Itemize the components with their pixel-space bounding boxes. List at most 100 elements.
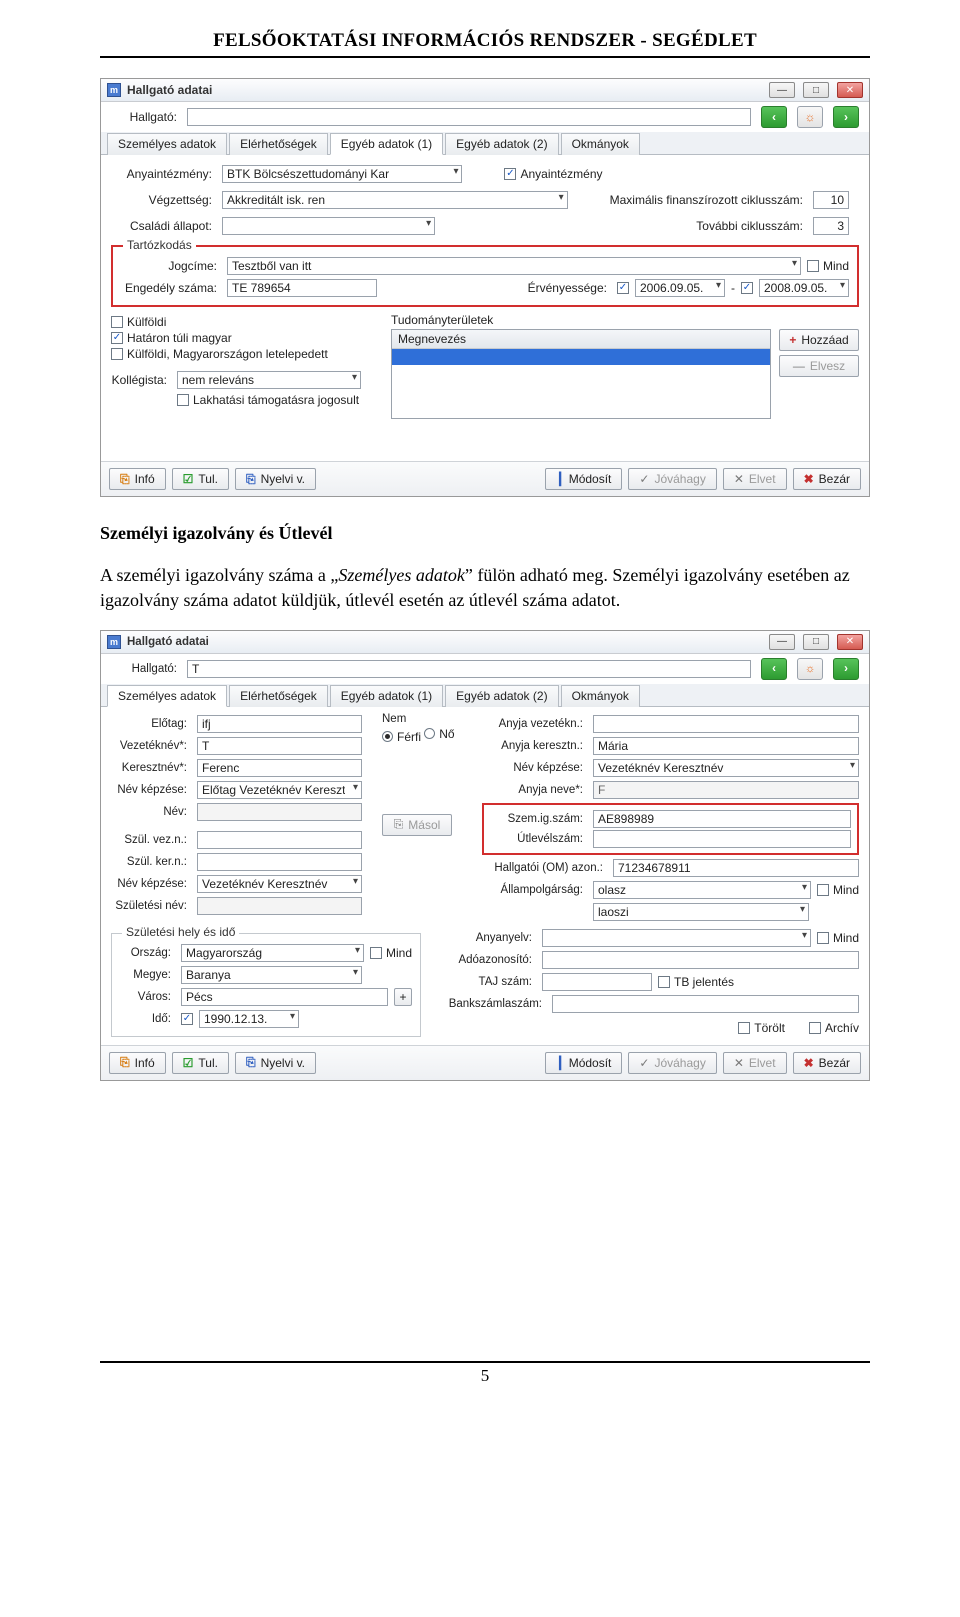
elvesz-button[interactable]: —Elvesz (779, 355, 859, 377)
nyelvi-button[interactable]: ⎘Nyelvi v. (235, 468, 316, 490)
tab-egyeb1-2[interactable]: Egyéb adatok (1) (330, 685, 443, 707)
close-button[interactable]: ✕ (837, 82, 863, 98)
megye-select[interactable] (181, 966, 362, 984)
anyanyelv-mind-checkbox[interactable]: Mind (817, 931, 859, 945)
hallg-om-input[interactable] (613, 859, 859, 877)
kulfoldi-checkbox[interactable]: Külföldi (111, 315, 361, 329)
jovahagy-button-2[interactable]: ✓Jóváhagy (628, 1052, 716, 1074)
hallgato-input[interactable] (187, 108, 751, 126)
taj-input[interactable] (542, 973, 652, 991)
tab-szemelyes[interactable]: Személyes adatok (107, 133, 227, 155)
szemig-input[interactable] (593, 810, 851, 828)
minimize-button-2[interactable]: — (769, 634, 795, 650)
anyja-vez-input[interactable] (593, 715, 859, 733)
anyaintezmeny-select[interactable] (222, 165, 462, 183)
maximize-button-2[interactable]: □ (803, 634, 829, 650)
tovabbi-input[interactable] (813, 217, 849, 235)
kollegista-select[interactable] (177, 371, 361, 389)
tartozkodas-title: Tartózkodás (123, 238, 196, 252)
nav-next-button-2[interactable]: › (833, 658, 859, 680)
tab-egyeb2-2[interactable]: Egyéb adatok (2) (445, 685, 558, 707)
hozzaad-button[interactable]: +Hozzáad (779, 329, 859, 351)
nevkepzese3-select[interactable] (197, 875, 362, 893)
nav-next-button[interactable]: › (833, 106, 859, 128)
anyanyelv-select[interactable] (542, 929, 811, 947)
nevkepzese2-select[interactable] (593, 759, 859, 777)
ido-checkbox[interactable]: ✓ (181, 1013, 193, 1025)
elvet-button[interactable]: ✕Elvet (723, 468, 787, 490)
hataron-checkbox[interactable]: ✓Határon túli magyar (111, 331, 361, 345)
modosit-button-2[interactable]: ┃Módosít (545, 1052, 622, 1074)
tul-button-2[interactable]: ☑Tul. (172, 1052, 229, 1074)
utlevel-input[interactable] (593, 830, 851, 848)
mind-checkbox[interactable]: Mind (807, 259, 849, 273)
adoazon-input[interactable] (542, 951, 859, 969)
ferfi-radio[interactable]: Férfi (382, 730, 421, 744)
tb-jelentes-checkbox[interactable]: TB jelentés (658, 975, 734, 989)
tul-button[interactable]: ☑Tul. (172, 468, 229, 490)
section-title: Személyi igazolvány és Útlevél (100, 521, 870, 545)
maximize-button[interactable]: □ (803, 82, 829, 98)
jogcim-select[interactable] (227, 257, 801, 275)
allampolg-select[interactable] (593, 881, 811, 899)
date-from-chk[interactable]: ✓ (617, 282, 629, 294)
bezar-button[interactable]: ✖Bezár (793, 468, 861, 490)
elotag-input[interactable] (197, 715, 362, 733)
csaladi-select[interactable] (222, 217, 435, 235)
app-icon-2: m (107, 635, 121, 649)
engedely-input[interactable] (227, 279, 377, 297)
tab-elerhetosegek-2[interactable]: Elérhetőségek (229, 685, 328, 707)
hallgato-input-2[interactable] (187, 660, 751, 678)
szul-kern-input[interactable] (197, 853, 362, 871)
vegzettseg-select[interactable] (222, 191, 568, 209)
bankszamla-input[interactable] (552, 995, 859, 1013)
torolt-checkbox[interactable]: Törölt (738, 1021, 785, 1035)
orszag-mind-checkbox[interactable]: Mind (370, 946, 412, 960)
archiv-checkbox[interactable]: Archív (809, 1021, 859, 1035)
elvet-button-2[interactable]: ✕Elvet (723, 1052, 787, 1074)
masol-button[interactable]: ⎘Másol (382, 814, 452, 836)
body-paragraph: A személyi igazolvány száma a „Személyes… (100, 563, 870, 612)
anyaintezmeny-checkbox[interactable]: ✓Anyaintézmény (504, 167, 602, 181)
tab-okmanyok[interactable]: Okmányok (561, 133, 640, 155)
jovahagy-button[interactable]: ✓Jóváhagy (628, 468, 716, 490)
nyelvi-button-2[interactable]: ⎘Nyelvi v. (235, 1052, 316, 1074)
tudomany-listbox[interactable]: Megnevezés (391, 329, 771, 419)
nevkepzese-select[interactable] (197, 781, 362, 799)
titlebar: m Hallgató adatai — □ ✕ (101, 79, 869, 102)
nav-open-button-2[interactable]: ☼ (797, 658, 823, 680)
orszag-select[interactable] (181, 944, 364, 962)
tab-elerhetosegek[interactable]: Elérhetőségek (229, 133, 328, 155)
nav-open-button[interactable]: ☼ (797, 106, 823, 128)
allampolg2-select[interactable] (593, 903, 809, 921)
nav-prev-button-2[interactable]: ‹ (761, 658, 787, 680)
info-button[interactable]: ⎘Infó (109, 468, 166, 490)
tab-szemelyes-2[interactable]: Személyes adatok (107, 685, 227, 707)
varos-input[interactable] (181, 988, 388, 1006)
info-button-2[interactable]: ⎘Infó (109, 1052, 166, 1074)
tudomany-list-selected[interactable] (392, 349, 770, 365)
bezar-button-2[interactable]: ✖Bezár (793, 1052, 861, 1074)
minimize-button[interactable]: — (769, 82, 795, 98)
date-to-input[interactable] (759, 279, 849, 297)
date-from-input[interactable] (635, 279, 725, 297)
vezeteknev-input[interactable] (197, 737, 362, 755)
varos-add-button[interactable]: + (394, 988, 412, 1006)
allampolg-mind-checkbox[interactable]: Mind (817, 883, 859, 897)
date-to-chk[interactable]: ✓ (741, 282, 753, 294)
anyja-kereszt-input[interactable] (593, 737, 859, 755)
nav-prev-button[interactable]: ‹ (761, 106, 787, 128)
hataron-label: Határon túli magyar (127, 331, 232, 345)
lakhatasi-checkbox[interactable]: Lakhatási támogatásra jogosult (177, 393, 361, 407)
kulfoldi-letelep-checkbox[interactable]: Külföldi, Magyarországon letelepedett (111, 347, 361, 361)
no-radio[interactable]: Nő (424, 727, 454, 741)
close-button-2[interactable]: ✕ (837, 634, 863, 650)
modosit-button[interactable]: ┃Módosít (545, 468, 622, 490)
tab-egyeb2[interactable]: Egyéb adatok (2) (445, 133, 558, 155)
szul-vezn-input[interactable] (197, 831, 362, 849)
max-fin-input[interactable] (813, 191, 849, 209)
ido-input[interactable] (199, 1010, 299, 1028)
keresztnev-input[interactable] (197, 759, 362, 777)
tab-okmanyok-2[interactable]: Okmányok (561, 685, 640, 707)
tab-egyeb1[interactable]: Egyéb adatok (1) (330, 133, 443, 155)
